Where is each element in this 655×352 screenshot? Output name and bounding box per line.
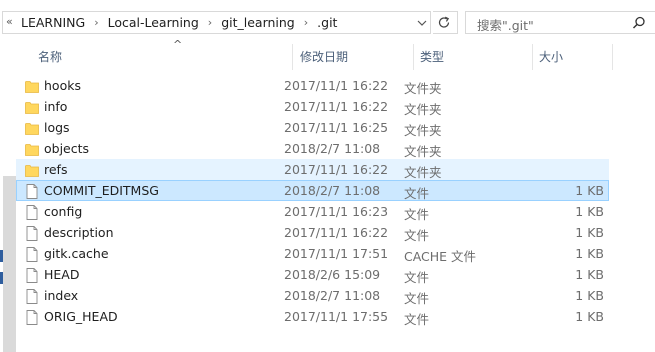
chevron-down-icon[interactable]: [416, 16, 428, 30]
folder-icon: [25, 81, 39, 93]
refresh-icon: [438, 16, 450, 28]
folder-row[interactable]: refs 2017/11/1 16:22 文件夹: [16, 159, 609, 180]
navigation-pane[interactable]: [0, 44, 16, 352]
file-name: refs: [44, 162, 68, 177]
breadcrumb-overflow-button[interactable]: «: [6, 15, 13, 28]
file-type: 文件夹: [404, 144, 442, 159]
file-name: logs: [44, 120, 70, 135]
chevron-right-icon[interactable]: ›: [208, 16, 212, 29]
file-size: 1 KB: [575, 204, 604, 219]
file-size: 1 KB: [575, 183, 604, 198]
file-row[interactable]: config 2017/11/1 16:23 文件 1 KB: [16, 201, 609, 222]
folder-row[interactable]: hooks 2017/11/1 16:22 文件夹: [16, 75, 609, 96]
file-icon: [26, 289, 38, 304]
file-modified-date: 2017/11/1 16:22: [284, 225, 389, 240]
file-row[interactable]: index 2018/2/7 11:08 文件 1 KB: [16, 285, 609, 306]
file-name: ORIG_HEAD: [44, 309, 118, 324]
file-modified-date: 2017/11/1 17:55: [284, 309, 389, 324]
file-size: 1 KB: [575, 288, 604, 303]
search-icon[interactable]: [632, 16, 646, 30]
file-name: hooks: [44, 78, 81, 93]
file-modified-date: 2017/11/1 17:51: [284, 246, 389, 261]
file-name: gitk.cache: [44, 246, 109, 261]
file-modified-date: 2017/11/1 16:25: [284, 120, 389, 135]
file-size: 1 KB: [575, 225, 604, 240]
column-header-type[interactable]: 类型: [420, 48, 444, 65]
folder-icon: [25, 144, 39, 156]
file-name: COMMIT_EDITMSG: [44, 183, 159, 198]
file-row[interactable]: description 2017/11/1 16:22 文件 1 KB: [16, 222, 609, 243]
file-size: 1 KB: [575, 309, 604, 324]
file-name: info: [44, 99, 68, 114]
search-input[interactable]: 搜索".git": [465, 11, 655, 34]
file-size: 1 KB: [575, 246, 604, 261]
address-row: « LEARNING › Local-Learning › git_learni…: [0, 0, 655, 44]
file-modified-date: 2018/2/7 11:08: [284, 183, 381, 198]
file-modified-date: 2017/11/1 16:22: [284, 162, 389, 177]
file-icon: [26, 184, 38, 199]
file-icon: [26, 268, 38, 283]
file-icon: [26, 247, 38, 262]
column-header-row: ^ 名称 修改日期 类型 大小: [16, 38, 655, 70]
folder-row[interactable]: objects 2018/2/7 11:08 文件夹: [16, 138, 609, 159]
file-type: 文件: [404, 186, 430, 201]
breadcrumb-item-learning[interactable]: LEARNING: [21, 15, 85, 30]
navigation-scrollbar[interactable]: [3, 176, 16, 352]
file-modified-date: 2017/11/1 16:22: [284, 78, 389, 93]
breadcrumb-item-local-learning[interactable]: Local-Learning: [108, 15, 199, 30]
file-row[interactable]: ORIG_HEAD 2017/11/1 17:55 文件 1 KB: [16, 306, 609, 327]
file-modified-date: 2018/2/7 11:08: [284, 288, 381, 303]
file-row[interactable]: COMMIT_EDITMSG 2018/2/7 11:08 文件 1 KB: [16, 180, 609, 201]
chevron-right-icon[interactable]: ›: [94, 16, 98, 29]
file-modified-date: 2018/2/7 11:08: [284, 141, 381, 156]
column-divider[interactable]: [532, 44, 533, 70]
file-name: config: [44, 204, 83, 219]
file-name: objects: [44, 141, 90, 156]
file-modified-date: 2017/11/1 16:22: [284, 99, 389, 114]
file-type: 文件夹: [404, 123, 442, 138]
breadcrumb-item-git-learning[interactable]: git_learning: [221, 15, 295, 30]
column-header-date[interactable]: 修改日期: [300, 48, 348, 65]
nav-item-marker[interactable]: [0, 272, 3, 284]
folder-row[interactable]: info 2017/11/1 16:22 文件夹: [16, 96, 609, 117]
file-type: 文件: [404, 228, 430, 243]
file-icon: [26, 310, 38, 325]
file-row[interactable]: HEAD 2018/2/6 15:09 文件 1 KB: [16, 264, 609, 285]
column-header-name[interactable]: 名称: [38, 48, 62, 65]
file-type: 文件夹: [404, 165, 442, 180]
file-name: index: [44, 288, 79, 303]
refresh-button[interactable]: [433, 11, 458, 34]
file-row[interactable]: gitk.cache 2017/11/1 17:51 CACHE 文件 1 KB: [16, 243, 609, 264]
file-type: 文件: [404, 291, 430, 306]
file-type: 文件: [404, 312, 430, 327]
file-size: 1 KB: [575, 267, 604, 282]
file-type: 文件夹: [404, 102, 442, 117]
sort-ascending-icon: ^: [173, 38, 183, 51]
column-divider[interactable]: [413, 44, 414, 70]
folder-icon: [25, 165, 39, 177]
file-name: HEAD: [44, 267, 80, 282]
breadcrumb-item-git[interactable]: .git: [317, 15, 337, 30]
column-header-size[interactable]: 大小: [539, 48, 563, 65]
folder-icon: [25, 123, 39, 135]
column-divider[interactable]: [612, 44, 613, 70]
file-icon: [26, 205, 38, 220]
breadcrumb: LEARNING › Local-Learning › git_learning…: [21, 15, 337, 30]
file-type: CACHE 文件: [404, 249, 477, 264]
folder-icon: [25, 102, 39, 114]
file-icon: [26, 226, 38, 241]
nav-item-marker[interactable]: [0, 250, 3, 262]
file-modified-date: 2017/11/1 16:23: [284, 204, 389, 219]
file-type: 文件: [404, 207, 430, 222]
file-type: 文件: [404, 270, 430, 285]
column-divider[interactable]: [292, 44, 293, 70]
file-name: description: [44, 225, 114, 240]
file-type: 文件夹: [404, 81, 442, 96]
address-bar[interactable]: « LEARNING › Local-Learning › git_learni…: [2, 11, 431, 34]
folder-row[interactable]: logs 2017/11/1 16:25 文件夹: [16, 117, 609, 138]
file-modified-date: 2018/2/6 15:09: [284, 267, 381, 282]
search-placeholder: 搜索".git": [477, 18, 534, 33]
chevron-right-icon[interactable]: ›: [304, 16, 308, 29]
